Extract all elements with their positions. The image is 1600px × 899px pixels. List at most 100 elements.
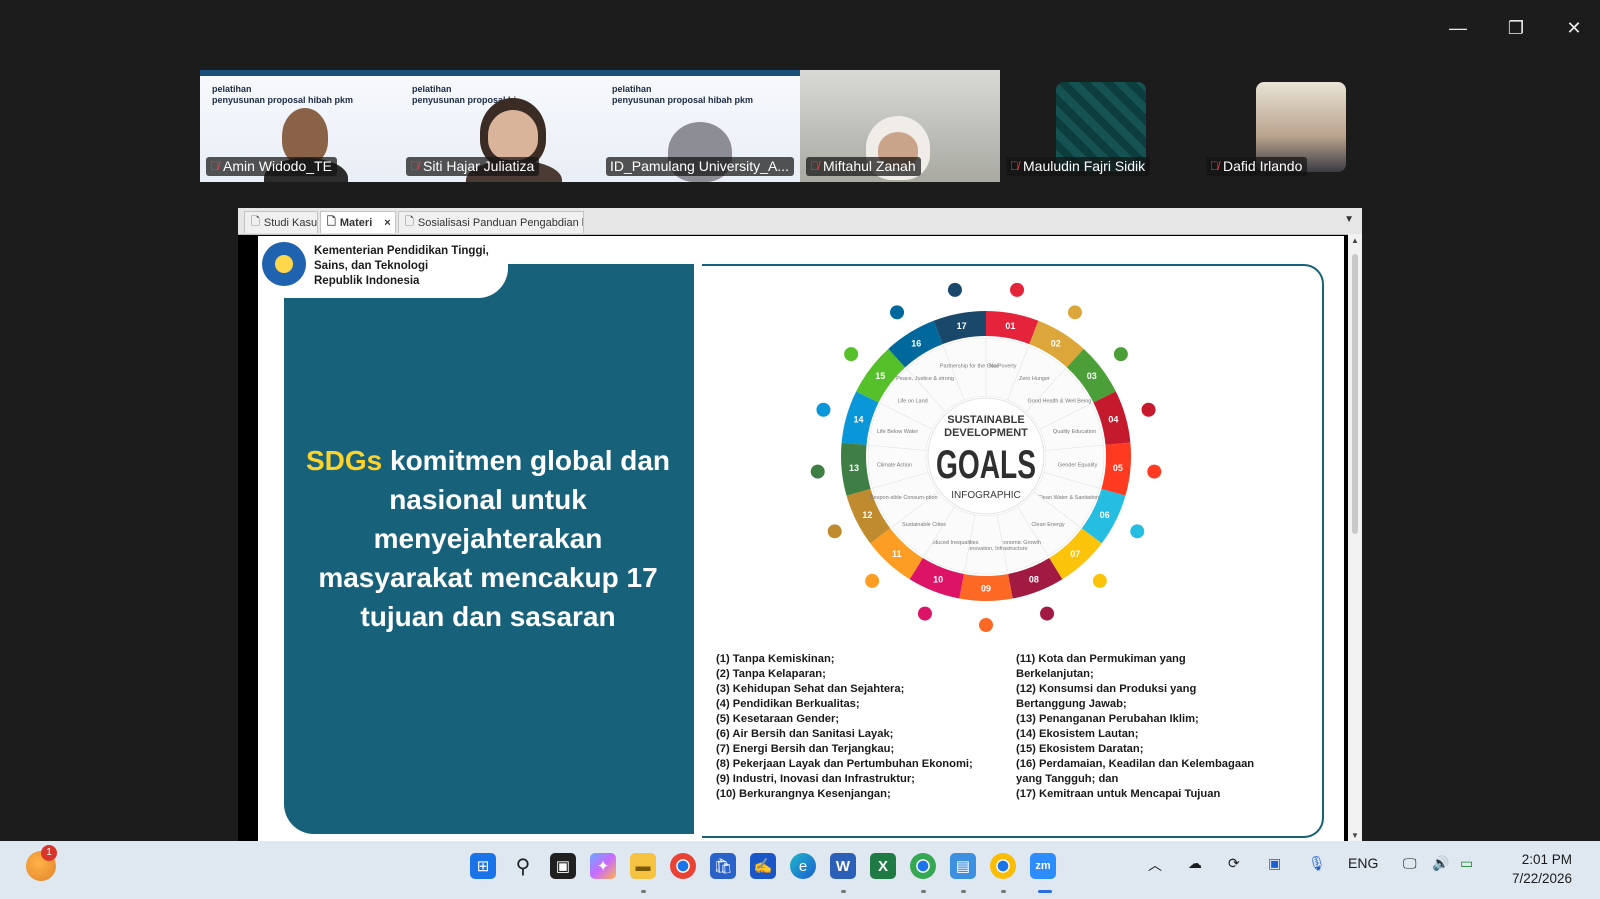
sync-icon[interactable]: ⟳ (1228, 855, 1240, 872)
show-hidden-icons-chevron-icon[interactable]: ︿ (1148, 855, 1162, 875)
excel-icon[interactable]: X (870, 853, 896, 879)
clock-date: 7/22/2026 (1511, 871, 1572, 886)
thumb-subtitle: penyusunan proposal hibah pkm (612, 95, 754, 105)
minimize-icon: — (1449, 18, 1467, 38)
sdg-goal-icon (890, 305, 905, 320)
participant-name: Siti Hajar Juliatiza (423, 158, 535, 174)
search-icon[interactable]: ⚲ (510, 853, 536, 879)
task-view-icon[interactable]: ▣ (550, 853, 576, 879)
sdg-goal-label: Respon-sible Consum-ption (870, 495, 938, 501)
sdg-number: 04 (1108, 415, 1118, 425)
chrome-profile-icon[interactable] (910, 853, 936, 879)
sdg-goal-label: Sustainable Cities (902, 522, 946, 528)
tab-overflow-chevron-icon[interactable]: ▼ (1344, 214, 1354, 225)
mic-muted-icon: 🎙̸ (410, 159, 419, 173)
sdg-number: 17 (957, 321, 967, 331)
participant-name: ID_Pamulang University_A... (610, 158, 789, 174)
sdg-number: 09 (981, 584, 991, 594)
participant-tile[interactable]: 🎙̸ Miftahul Zanah (800, 70, 1000, 182)
sdg-number: 15 (875, 371, 885, 381)
shared-screen: 🗋 Studi Kasus 🗋 Materi × 🗋 Sosialisasi Pand… (238, 208, 1362, 842)
clock-time: 2:01 PM (1521, 852, 1572, 867)
sdg-goal-icon (1040, 606, 1055, 621)
participant-video (282, 108, 328, 164)
sdg-center-line1: SUSTAINABLE (947, 414, 1024, 426)
sdg-number: 03 (1087, 371, 1097, 381)
restore-icon: ❐ (1507, 18, 1525, 38)
sdg-number: 12 (862, 510, 872, 520)
chrome-icon[interactable] (670, 853, 696, 879)
app-tray-icon[interactable]: ▣ (1268, 855, 1281, 872)
sdg-number: 16 (911, 338, 921, 348)
mic-muted-icon: 🎙̸ (210, 159, 219, 173)
chrome-alt-icon[interactable] (990, 853, 1016, 879)
participant-tile-active-speaker[interactable]: pelatihan penyusunan proposal hibah pkm I… (600, 70, 800, 182)
participant-tile[interactable]: pelatihan penyusunan proposal hibah pkm 🎙… (200, 70, 400, 182)
presentation-slide: Kementerian Pendidikan Tinggi, Sains, da… (258, 236, 1344, 842)
sdg-goal-icon (1113, 347, 1128, 362)
language-indicator[interactable]: ENG (1348, 855, 1378, 871)
sdg-goal-icon (1092, 573, 1107, 588)
sdg-center-line2: DEVELOPMENT (944, 427, 1028, 439)
pdf-tab-bar: 🗋 Studi Kasus 🗋 Materi × 🗋 Sosialisasi Pand… (238, 208, 1362, 235)
sdg-goal-icon (1067, 305, 1082, 320)
edge-icon[interactable]: e (790, 853, 816, 879)
vertical-scrollbar[interactable]: ▲ ▼ (1348, 234, 1362, 842)
sdg-goal-icon (1141, 402, 1156, 417)
sdg-number: 10 (933, 575, 943, 585)
participant-tile[interactable]: 🎙̸ Mauludin Fajri Sidik (1000, 70, 1200, 182)
sdg-goal-icon (816, 402, 831, 417)
document-icon: 🗋 (251, 216, 260, 228)
sdg-goal-icon (844, 347, 859, 362)
tab-materi[interactable]: 🗋 Materi × (320, 211, 396, 233)
close-button[interactable]: ✕ (1554, 12, 1594, 44)
file-explorer-icon[interactable]: ▬ (630, 853, 656, 879)
scroll-down-icon[interactable]: ▼ (1351, 831, 1359, 840)
zoom-icon[interactable]: zm (1030, 853, 1056, 879)
sdg-goal-label: Quality Education (1053, 429, 1096, 435)
tab-sosialisasi[interactable]: 🗋Sosialisasi Panduan Pengabdian ke... (398, 211, 584, 233)
sdg-goal-label: Partnership for the Goal (940, 364, 998, 370)
scroll-up-icon[interactable]: ▲ (1351, 236, 1359, 245)
kemdikbud-logo-icon (262, 242, 306, 286)
participant-name: Dafid Irlando (1223, 158, 1303, 174)
sdg-number: 07 (1070, 549, 1080, 559)
mic-muted-icon: 🎙̸ (1010, 159, 1019, 173)
participant-name: Amin Widodo_TE (223, 158, 332, 174)
participant-tile[interactable]: 🎙̸ Dafid Irlando (1200, 70, 1400, 182)
tab-studi-kasus[interactable]: 🗋 Studi Kasus (244, 211, 318, 233)
sdg-goal-icon (1010, 282, 1025, 297)
minimize-button[interactable]: — (1438, 12, 1478, 44)
thumb-title: pelatihan (212, 84, 252, 94)
sdg-goal-label: Climate Action (877, 462, 912, 468)
pen-app-icon[interactable]: ✍ (750, 853, 776, 879)
sdg-goal-label: Zero Hunger (1019, 376, 1050, 382)
volume-icon[interactable]: 🔊 (1432, 855, 1449, 872)
sdg-wheel: 01No Poverty02Zero Hunger 03Good Health &… (810, 282, 1162, 632)
close-tab-icon[interactable]: × (384, 217, 390, 229)
sdg-goal-icon (947, 282, 962, 297)
sdg-goal-label: Gender Equality (1058, 462, 1098, 468)
windows-start-icon[interactable]: ⊞ (470, 853, 496, 879)
network-icon[interactable]: 🖵 (1403, 855, 1417, 872)
system-clock[interactable]: 2:01 PM 7/22/2026 (1512, 850, 1572, 888)
sdg-goal-label: Clean Water & Sanitation (1038, 495, 1100, 501)
sdg-goal-icon (1147, 464, 1162, 479)
sdg-number: 01 (1005, 321, 1015, 331)
sdg-goal-icon (1130, 524, 1145, 539)
copilot-icon[interactable]: ✦ (590, 853, 616, 879)
word-icon[interactable]: W (830, 853, 856, 879)
onedrive-error-icon[interactable]: ☁ (1188, 855, 1202, 872)
restore-button[interactable]: ❐ (1496, 12, 1536, 44)
battery-icon[interactable]: ▭ (1460, 855, 1473, 872)
store-icon[interactable]: 🛍 (710, 853, 736, 879)
ministry-name: Kementerian Pendidikan Tinggi, Sains, da… (314, 245, 489, 287)
thumb-title: pelatihan (412, 84, 452, 94)
participant-tile[interactable]: pelatihan penyusunan proposal hi 🎙̸ Siti H… (400, 70, 600, 182)
sdg-list-right: (11) Kota dan Permukiman yang Berkelanjut… (1016, 653, 1255, 800)
sdg-number: 14 (854, 415, 864, 425)
notepad-icon[interactable]: ▤ (950, 853, 976, 879)
sdg-number: 11 (892, 549, 902, 559)
scrollbar-thumb[interactable] (1352, 254, 1358, 534)
microphone-icon[interactable]: 🎙 (1308, 855, 1326, 872)
